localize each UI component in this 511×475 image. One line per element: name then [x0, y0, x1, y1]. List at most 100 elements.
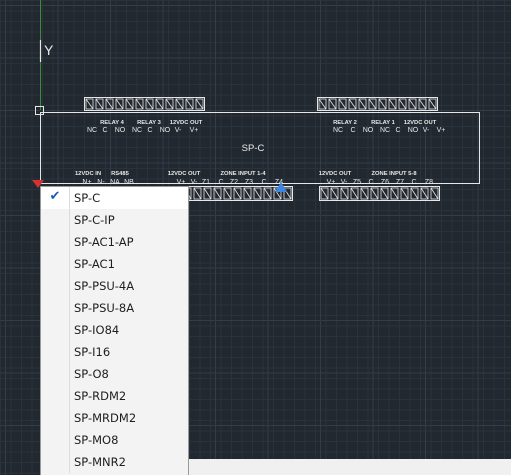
dropdown-item[interactable]: ✔SP-MO8 [41, 429, 188, 451]
menu-separator [69, 253, 70, 275]
menu-separator [69, 319, 70, 341]
pin-label: NO [363, 127, 374, 134]
group-label-12vdc-out: 12VDC OUT [170, 120, 203, 126]
pin-label: N+ [82, 179, 91, 186]
terminal-slash [328, 98, 337, 110]
group-label-12vdc-out-4: 12VDC OUT [319, 171, 352, 177]
pin-label: NO [115, 127, 126, 134]
pin-label: C [147, 127, 152, 134]
group-label-12vdc-out-3: 12VDC OUT [168, 171, 201, 177]
pin-label: Z1 [202, 179, 210, 186]
group-label-rs485: RS485 [111, 171, 130, 177]
dropdown-item-label: SP-IO84 [74, 323, 120, 337]
group-label-relay-3: RELAY 3 [137, 120, 162, 126]
dropdown-item-label: SP-C-IP [74, 213, 115, 227]
menu-separator [69, 275, 70, 297]
terminal-slash [125, 98, 134, 110]
group-label-zone-input-5-8: ZONE INPUT 5-8 [371, 171, 417, 177]
dropdown-item-label: SP-I16 [74, 345, 111, 359]
group-label-12vdc-out-2: 12VDC OUT [404, 120, 437, 126]
dropdown-item-label: SP-MO8 [74, 433, 119, 447]
dropdown-item[interactable]: ✔SP-MNR2 [41, 451, 188, 473]
checkmark-icon: ✔ [49, 189, 61, 204]
terminal-slash [115, 98, 124, 110]
menu-separator [69, 407, 70, 429]
pin-label: C [411, 179, 416, 186]
terminal-block-right-bottom [319, 186, 440, 201]
dropdown-item-label: SP-MRDM2 [74, 411, 137, 425]
dropdown-item-label: SP-O8 [74, 367, 109, 381]
menu-separator [69, 341, 70, 363]
pin-label: NC [380, 127, 390, 134]
group-label-relay-4: RELAY 4 [100, 120, 125, 126]
pin-label: C [368, 179, 373, 186]
dropdown-item[interactable]: ✔SP-IO84 [41, 319, 188, 341]
group-label-zone-input-1-4: ZONE INPUT 1-4 [220, 171, 266, 177]
pin-label: V- [191, 179, 198, 186]
terminal-slash [348, 98, 357, 110]
dropdown-item[interactable]: ✔SP-O8 [41, 363, 188, 385]
dropdown-item[interactable]: ✔SP-PSU-4A [41, 275, 188, 297]
pin-label: V+ [190, 127, 199, 134]
dropdown-item[interactable]: ✔SP-AC1 [41, 253, 188, 275]
menu-separator [69, 297, 70, 319]
terminal-slash [388, 98, 397, 110]
terminal-block-right-top [317, 97, 438, 111]
menu-separator [69, 363, 70, 385]
dropdown-item[interactable]: ✔SP-I16 [41, 341, 188, 363]
dropdown-item[interactable]: ✔SP-MRDM2 [41, 407, 188, 429]
dropdown-item[interactable]: ✔ SP-C [41, 187, 188, 209]
visibility-state-dropdown[interactable]: ✔ SP-C ✔SP-C-IP✔SP-AC1-AP✔SP-AC1✔SP-PSU-4A… [40, 186, 189, 475]
dropdown-item[interactable]: ✔SP-RDM2 [41, 385, 188, 407]
pin-label: V- [423, 127, 430, 134]
terminal-slash [398, 98, 407, 110]
dropdown-item-label: SP-AC1-AP [74, 235, 134, 249]
group-label-relay-2: RELAY 2 [333, 120, 357, 126]
pin-label: Z2 [230, 179, 238, 186]
terminal-slash [165, 98, 174, 110]
menu-separator [69, 231, 70, 253]
status-bar [189, 459, 511, 475]
terminal-slash [358, 98, 367, 110]
pin-label: C [395, 127, 400, 134]
menu-separator [69, 209, 70, 231]
pin-label: Z5 [353, 179, 361, 186]
pin-label: Z6 [381, 179, 389, 186]
pin-label: NC [87, 127, 97, 134]
pin-label: C [350, 127, 355, 134]
pin-label: N- [97, 179, 105, 186]
module-name-label: SP-C [242, 143, 265, 154]
pin-label: V+ [437, 127, 446, 134]
menu-separator [69, 187, 70, 209]
menu-separator [69, 385, 70, 407]
dropdown-item[interactable]: ✔SP-C-IP [41, 209, 188, 231]
dropdown-item-label: SP-MNR2 [74, 455, 126, 469]
terminal-slash [105, 98, 114, 110]
pin-label: NO [160, 127, 171, 134]
terminal-slash [155, 98, 164, 110]
pin-label: Z3 [245, 179, 253, 186]
terminal-slash [378, 98, 387, 110]
menu-separator [69, 451, 70, 473]
group-label-12vdc-in: 12VDC IN [75, 171, 101, 177]
pin-label: Z7 [396, 179, 404, 186]
terminal-slash [85, 98, 94, 110]
dropdown-item[interactable]: ✔SP-PSU-8A [41, 297, 188, 319]
pin-label: C [261, 179, 266, 186]
ucs-y-label: Y [44, 42, 54, 58]
dropdown-item-label: SP-PSU-4A [74, 279, 135, 293]
dropdown-item-label: SP-RDM2 [74, 389, 127, 403]
terminal-slash [338, 98, 347, 110]
pin-label: NB [124, 179, 134, 186]
dropdown-item-label: SP-PSU-8A [74, 301, 135, 315]
pin-label: NO [408, 127, 419, 134]
pin-label: V+ [177, 179, 186, 186]
group-label-relay-1: RELAY 1 [371, 120, 396, 126]
dropdown-item-label: SP-C [74, 191, 101, 205]
dropdown-item[interactable]: ✔SP-AC1-AP [41, 231, 188, 253]
pin-label: C [218, 179, 223, 186]
terminal-slash [95, 98, 104, 110]
pin-label: NA [110, 179, 120, 186]
menu-separator [69, 429, 70, 451]
pin-label: Z8 [425, 179, 433, 186]
